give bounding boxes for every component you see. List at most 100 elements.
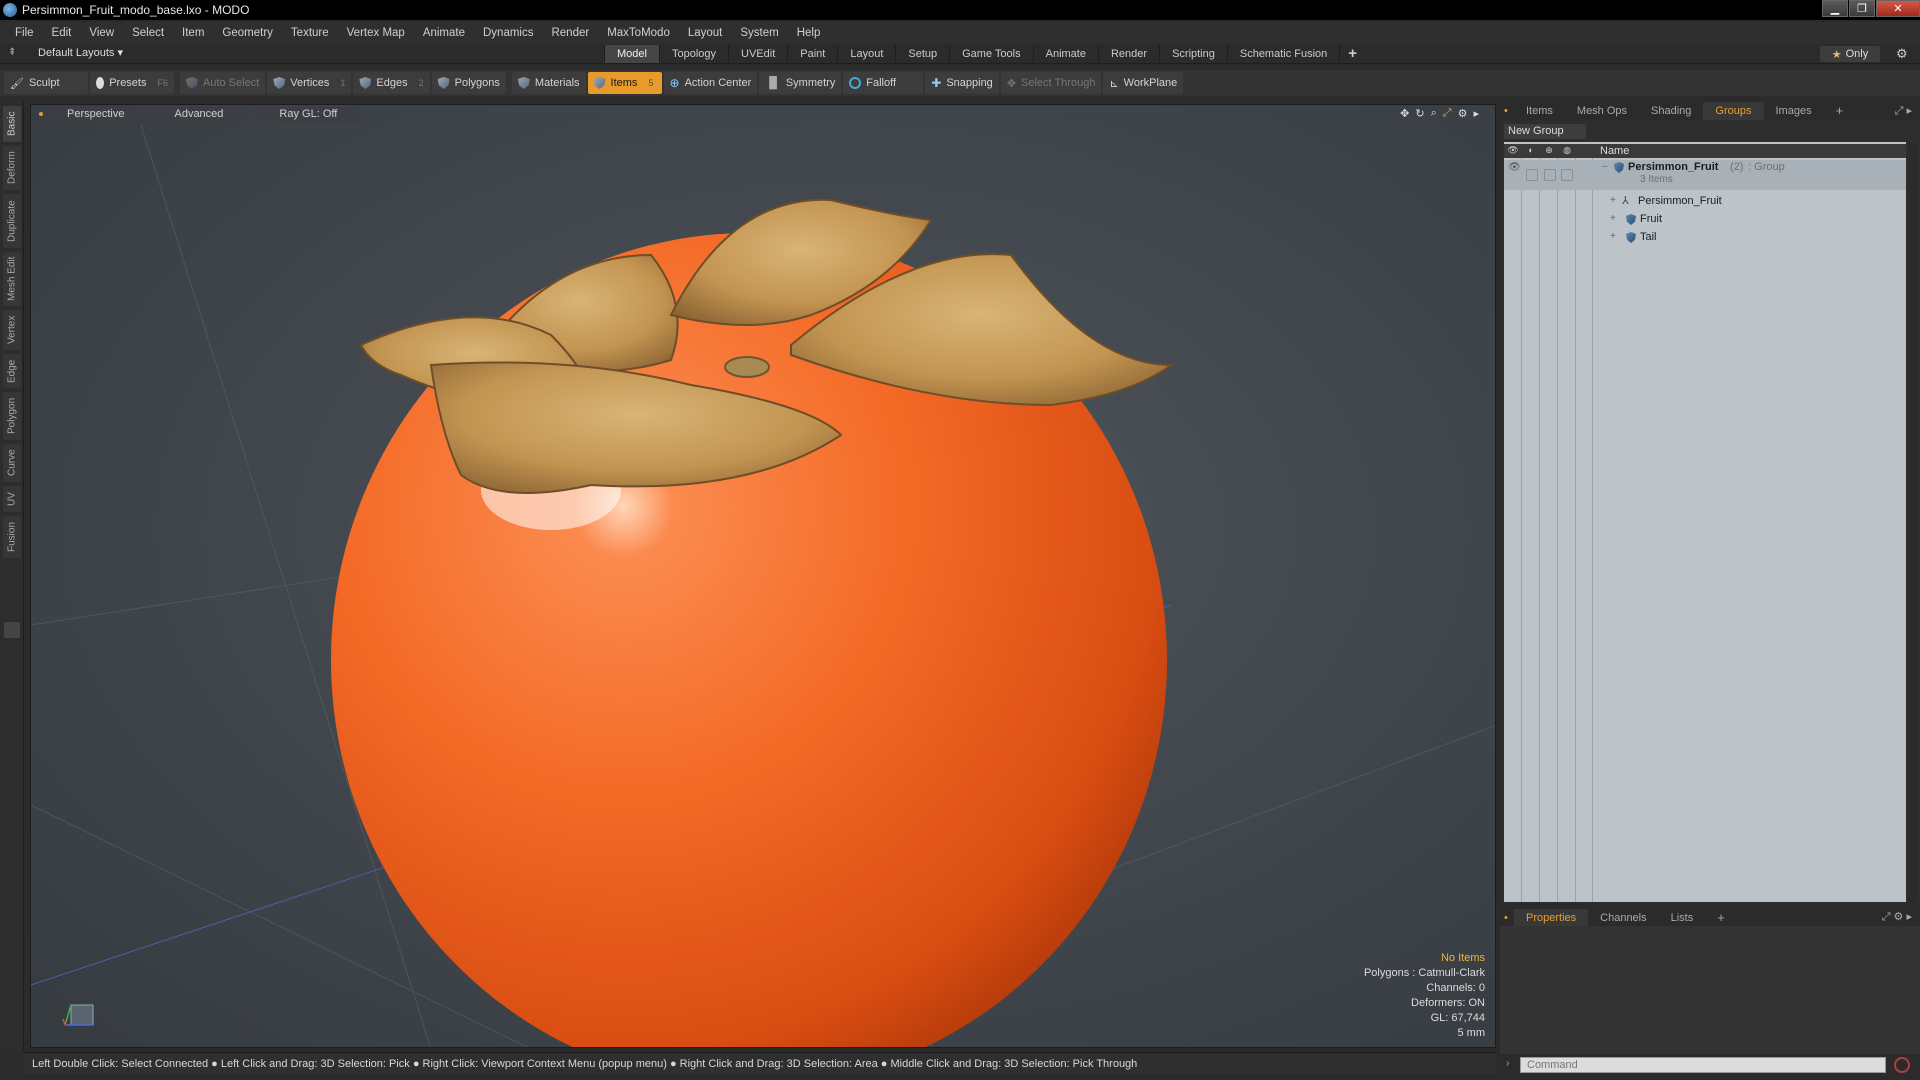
groups-scrollbar[interactable] [1908, 142, 1918, 902]
rail-tab-deform[interactable]: Deform [3, 146, 21, 190]
panel-dot-icon[interactable]: • [1500, 105, 1514, 117]
falloff-button[interactable]: Falloff [843, 72, 924, 94]
polygons-button[interactable]: Polygons [431, 72, 506, 94]
rail-tab-polygon[interactable]: Polygon [3, 392, 21, 440]
rotate-view-icon[interactable]: ↻ [1415, 107, 1424, 120]
viewport-menu-icon[interactable] [39, 112, 43, 116]
minimize-button[interactable]: ▁ [1822, 0, 1848, 17]
default-layouts-dropdown[interactable]: Default Layouts ▾ [38, 46, 123, 59]
maximize-button[interactable]: ❐ [1849, 0, 1875, 17]
expand-icon[interactable]: + [1610, 213, 1616, 224]
collapse-icon[interactable]: – [1602, 161, 1608, 172]
tab-properties[interactable]: Properties [1514, 909, 1589, 927]
tab-channels[interactable]: Channels [1588, 909, 1658, 927]
layout-pin-icon[interactable]: ⇞ [8, 47, 20, 59]
menu-help[interactable]: Help [788, 27, 830, 39]
menu-texture[interactable]: Texture [282, 27, 338, 39]
menu-edit[interactable]: Edit [43, 27, 81, 39]
menu-item[interactable]: Item [173, 27, 213, 39]
auto-select-button[interactable]: Auto Select [180, 72, 266, 94]
tab-scripting[interactable]: Scripting [1159, 45, 1227, 63]
menu-maxtomodo[interactable]: MaxToModo [598, 27, 679, 39]
panel-expand-icon[interactable]: ⤢ ⚙ ▸ [1882, 910, 1912, 924]
menu-geometry[interactable]: Geometry [213, 27, 282, 39]
panel-expand-icon[interactable]: ⤢ ▸ [1895, 104, 1912, 118]
expand-icon[interactable]: + [1610, 195, 1616, 206]
rail-tab-edge[interactable]: Edge [3, 354, 21, 388]
lock-toggle[interactable] [1544, 169, 1556, 181]
materials-button[interactable]: Materials [511, 72, 586, 94]
workplane-button[interactable]: ⊾ WorkPlane [1103, 72, 1184, 94]
tab-animate[interactable]: Animate [1032, 45, 1098, 63]
viewport-settings-icon[interactable]: ⚙ [1458, 107, 1468, 120]
group-row-persimmon-fruit[interactable]: 👁 – Persimmon_Fruit (2) : Group 3 Items [1504, 160, 1906, 190]
command-history-icon[interactable]: › [1506, 1058, 1509, 1069]
menu-select[interactable]: Select [123, 27, 173, 39]
raygl-toggle-button[interactable]: Ray GL: Off [257, 106, 360, 122]
tab-uvedit[interactable]: UVEdit [728, 45, 787, 63]
eye-icon[interactable]: 👁 [1508, 162, 1521, 173]
sculpt-button[interactable]: 🖌 Sculpt [4, 72, 88, 94]
group-child-persimmon-fruit[interactable]: + ⅄ Persimmon_Fruit [1504, 194, 1906, 210]
render-column-icon[interactable]: ◐ [1524, 145, 1538, 157]
expand-icon[interactable]: + [1610, 231, 1616, 242]
add-props-tab-button[interactable]: + [1705, 909, 1737, 927]
tab-game-tools[interactable]: Game Tools [949, 45, 1033, 63]
items-button[interactable]: Items 5 [587, 72, 662, 94]
symmetry-button[interactable]: ▐▌ Symmetry [759, 72, 842, 94]
menu-layout[interactable]: Layout [679, 27, 732, 39]
menu-vertex-map[interactable]: Vertex Map [338, 27, 414, 39]
rail-tab-uv[interactable]: UV [3, 486, 21, 512]
edges-button[interactable]: Edges 2 [353, 72, 430, 94]
tab-shading[interactable]: Shading [1639, 102, 1703, 120]
select-column-icon[interactable]: ◍ [1560, 145, 1574, 157]
rail-tab-vertex[interactable]: Vertex [3, 310, 21, 350]
add-layout-tab-button[interactable]: + [1339, 45, 1365, 63]
command-stop-icon[interactable] [1894, 1057, 1910, 1073]
rail-tab-basic[interactable]: Basic [3, 106, 21, 142]
tab-paint[interactable]: Paint [787, 45, 837, 63]
menu-system[interactable]: System [731, 27, 787, 39]
group-child-fruit[interactable]: + Fruit [1504, 212, 1906, 228]
tab-lists[interactable]: Lists [1659, 909, 1706, 927]
shading-mode-button[interactable]: Advanced [148, 106, 250, 122]
lock-column-icon[interactable]: ⊕ [1542, 145, 1556, 157]
tab-model[interactable]: Model [604, 45, 659, 63]
select-through-button[interactable]: ✥ Select Through [1000, 72, 1102, 94]
tab-layout[interactable]: Layout [837, 45, 895, 63]
menu-view[interactable]: View [80, 27, 123, 39]
rail-toggle-button[interactable] [4, 622, 20, 638]
command-input[interactable]: Command [1520, 1057, 1886, 1073]
only-toggle-button[interactable]: ★ Only [1820, 46, 1880, 62]
new-group-button[interactable]: New Group [1504, 124, 1586, 139]
tab-images[interactable]: Images [1764, 102, 1824, 120]
zoom-view-icon[interactable]: ⌕ [1431, 107, 1437, 120]
panel-dot-icon[interactable]: • [1500, 912, 1514, 924]
tab-mesh-ops[interactable]: Mesh Ops [1565, 102, 1639, 120]
rail-tab-mesh-edit[interactable]: Mesh Edit [3, 252, 21, 306]
rail-tab-curve[interactable]: Curve [3, 444, 21, 482]
menu-file[interactable]: File [6, 27, 43, 39]
tab-setup[interactable]: Setup [895, 45, 949, 63]
close-button[interactable]: ✕ [1876, 0, 1920, 17]
3d-viewport[interactable]: Perspective Advanced Ray GL: Off ✥ ↻ ⌕ ⤢… [30, 104, 1496, 1048]
move-view-icon[interactable]: ✥ [1400, 107, 1409, 120]
tab-topology[interactable]: Topology [658, 45, 728, 63]
add-panel-tab-button[interactable]: + [1824, 102, 1856, 120]
visibility-column-icon[interactable]: 👁 [1506, 145, 1520, 157]
tab-render[interactable]: Render [1097, 45, 1159, 63]
name-column-header[interactable]: Name [1600, 145, 1629, 157]
rail-tab-fusion[interactable]: Fusion [3, 516, 21, 558]
menu-render[interactable]: Render [542, 27, 598, 39]
render-toggle[interactable] [1526, 169, 1538, 181]
tab-groups[interactable]: Groups [1703, 102, 1764, 120]
menu-dynamics[interactable]: Dynamics [474, 27, 542, 39]
group-child-tail[interactable]: + Tail [1504, 230, 1906, 246]
tab-items[interactable]: Items [1514, 102, 1565, 120]
rail-tab-duplicate[interactable]: Duplicate [3, 194, 21, 248]
view-mode-button[interactable]: Perspective [51, 106, 141, 122]
tab-schematic-fusion[interactable]: Schematic Fusion [1226, 45, 1339, 63]
presets-button[interactable]: Presets F6 [90, 72, 174, 94]
vertices-button[interactable]: Vertices 1 [267, 72, 352, 94]
viewport-expand-icon[interactable]: ▸ [1473, 107, 1479, 120]
